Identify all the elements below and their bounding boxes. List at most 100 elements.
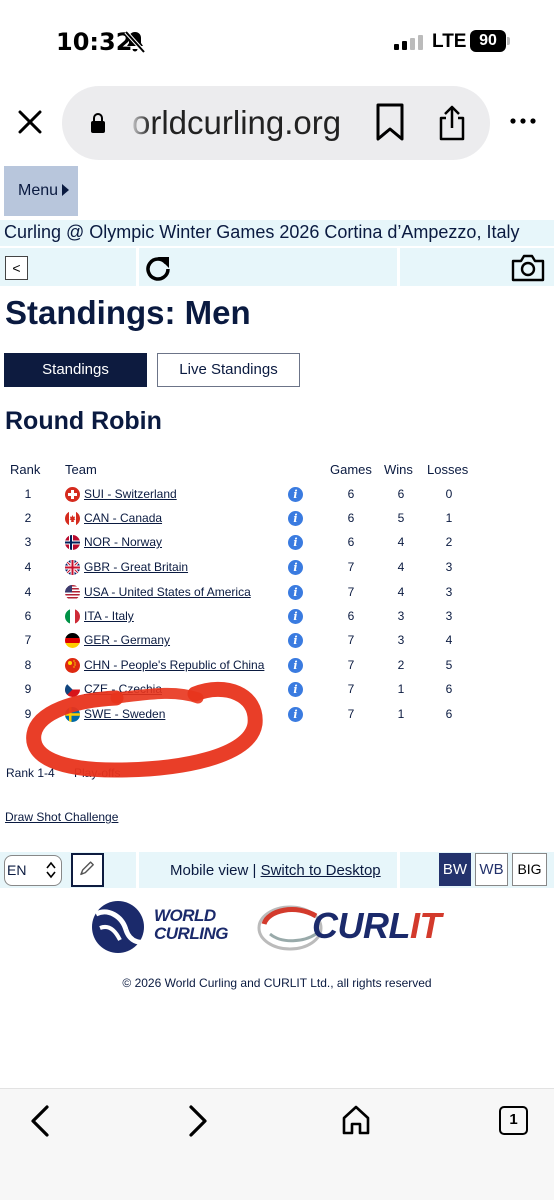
info-icon[interactable]: i xyxy=(288,682,303,697)
table-row: 8 CHN - People's Republic of China i 7 2 5 xyxy=(0,653,554,677)
team-link[interactable]: ITA - Italy xyxy=(84,609,134,623)
refresh-icon[interactable] xyxy=(144,254,172,282)
menu-button[interactable]: Menu xyxy=(4,166,78,216)
close-icon[interactable] xyxy=(16,108,44,136)
losses-cell: 0 xyxy=(445,487,453,501)
info-icon[interactable]: i xyxy=(288,535,303,550)
column-header-rank: Rank xyxy=(10,462,41,477)
info-icon[interactable]: i xyxy=(288,511,303,526)
draw-shot-challenge-link[interactable]: Draw Shot Challenge xyxy=(5,810,118,824)
losses-cell: 3 xyxy=(445,609,453,623)
games-cell: 7 xyxy=(347,633,355,647)
edit-button[interactable] xyxy=(71,853,104,887)
column-header-team: Team xyxy=(65,462,97,477)
games-cell: 7 xyxy=(347,682,355,696)
table-row: 4 USA - United States of America i 7 4 3 xyxy=(0,580,554,604)
battery-icon: 90 xyxy=(470,30,506,52)
home-icon[interactable] xyxy=(340,1104,372,1136)
event-title: Curling @ Olympic Winter Games 2026 Cort… xyxy=(0,220,554,246)
info-icon[interactable]: i xyxy=(288,658,303,673)
flag-switzerland-icon xyxy=(65,487,80,502)
url-fade xyxy=(128,100,150,144)
flag-sweden-icon xyxy=(65,707,80,722)
bookmark-icon[interactable] xyxy=(374,102,406,142)
games-cell: 7 xyxy=(347,585,355,599)
info-icon[interactable]: i xyxy=(288,487,303,502)
wins-cell: 4 xyxy=(397,585,405,599)
url-text[interactable]: orldcurling.org xyxy=(132,104,341,142)
tab-standings[interactable]: Standings xyxy=(4,353,147,387)
losses-cell: 6 xyxy=(445,707,453,721)
team-link[interactable]: CHN - People's Republic of China xyxy=(84,658,264,672)
table-row: 1 SUI - Switzerland i 6 6 0 xyxy=(0,482,554,506)
info-icon[interactable]: i xyxy=(288,560,303,575)
info-icon[interactable]: i xyxy=(288,633,303,648)
column-header-wins: Wins xyxy=(384,462,413,477)
info-icon[interactable]: i xyxy=(288,585,303,600)
big-text-button[interactable]: BIG xyxy=(512,853,547,886)
rank-cell: 1 xyxy=(24,487,32,501)
back-button[interactable]: < xyxy=(5,256,28,280)
cellular-signal-icon xyxy=(394,34,423,50)
team-link[interactable]: SWE - Sweden xyxy=(84,707,165,721)
flag-germany-icon xyxy=(65,633,80,648)
rank-cell: 9 xyxy=(24,682,32,696)
losses-cell: 2 xyxy=(445,535,453,549)
info-icon[interactable]: i xyxy=(288,707,303,722)
flag-china-icon xyxy=(65,658,80,673)
wins-cell: 1 xyxy=(397,682,405,696)
wins-cell: 1 xyxy=(397,707,405,721)
switch-to-desktop-link[interactable]: Switch to Desktop xyxy=(261,862,381,879)
column-header-losses: Losses xyxy=(427,462,469,477)
wins-cell: 5 xyxy=(397,511,405,525)
table-row: 7 GER - Germany i 7 3 4 xyxy=(0,628,554,652)
losses-cell: 5 xyxy=(445,658,453,672)
bw-mode-button[interactable]: BW xyxy=(439,853,471,886)
page-title: Standings: Men xyxy=(5,294,251,331)
lock-icon xyxy=(91,113,105,133)
team-link[interactable]: SUI - Switzerland xyxy=(84,487,177,501)
wins-cell: 4 xyxy=(397,535,405,549)
mobile-view-label: Mobile view | xyxy=(170,862,261,879)
share-icon[interactable] xyxy=(436,104,468,142)
team-link[interactable]: USA - United States of America xyxy=(84,585,251,599)
games-cell: 7 xyxy=(347,707,355,721)
wins-cell: 6 xyxy=(397,487,405,501)
table-row: 9 SWE - Sweden i 7 1 6 xyxy=(0,702,554,726)
camera-icon[interactable] xyxy=(510,253,546,283)
team-link[interactable]: NOR - Norway xyxy=(84,535,162,549)
table-row: 3 NOR - Norway i 6 4 2 xyxy=(0,530,554,554)
losses-cell: 1 xyxy=(445,511,453,525)
rank-cell: 7 xyxy=(24,633,32,647)
caret-right-icon xyxy=(62,184,70,196)
battery-nub xyxy=(507,37,510,45)
games-cell: 6 xyxy=(347,535,355,549)
select-arrows-icon xyxy=(46,861,56,879)
tabs-button[interactable]: 1 xyxy=(499,1106,528,1135)
copyright-text: © 2026 World Curling and CURLIT Ltd., al… xyxy=(122,976,432,990)
team-link[interactable]: GER - Germany xyxy=(84,633,170,647)
wb-mode-button[interactable]: WB xyxy=(475,853,508,886)
flag-italy-icon xyxy=(65,609,80,624)
mobile-view-text: Mobile view | Switch to Desktop xyxy=(170,862,381,879)
team-link[interactable]: GBR - Great Britain xyxy=(84,560,188,574)
table-row: 4 GBR - Great Britain i 7 4 3 xyxy=(0,555,554,579)
more-options-icon[interactable] xyxy=(510,116,536,126)
flag-usa-icon xyxy=(65,585,80,600)
curlit-wordmark-it: IT xyxy=(409,905,442,946)
rank-cell: 4 xyxy=(24,560,32,574)
rank-cell: 4 xyxy=(24,585,32,599)
games-cell: 6 xyxy=(347,511,355,525)
losses-cell: 3 xyxy=(445,560,453,574)
wins-cell: 2 xyxy=(397,658,405,672)
back-arrow-icon[interactable] xyxy=(28,1104,52,1138)
games-cell: 6 xyxy=(347,609,355,623)
team-link[interactable]: CAN - Canada xyxy=(84,511,162,525)
team-link[interactable]: CZE - Czechia xyxy=(84,682,162,696)
tab-live-standings[interactable]: Live Standings xyxy=(157,353,300,387)
forward-arrow-icon[interactable] xyxy=(186,1104,210,1138)
status-bar: 10:32 LTE 90 xyxy=(0,0,554,80)
curlit-wordmark-curl: CURL xyxy=(312,905,410,946)
browser-toolbar xyxy=(0,1088,554,1200)
info-icon[interactable]: i xyxy=(288,609,303,624)
